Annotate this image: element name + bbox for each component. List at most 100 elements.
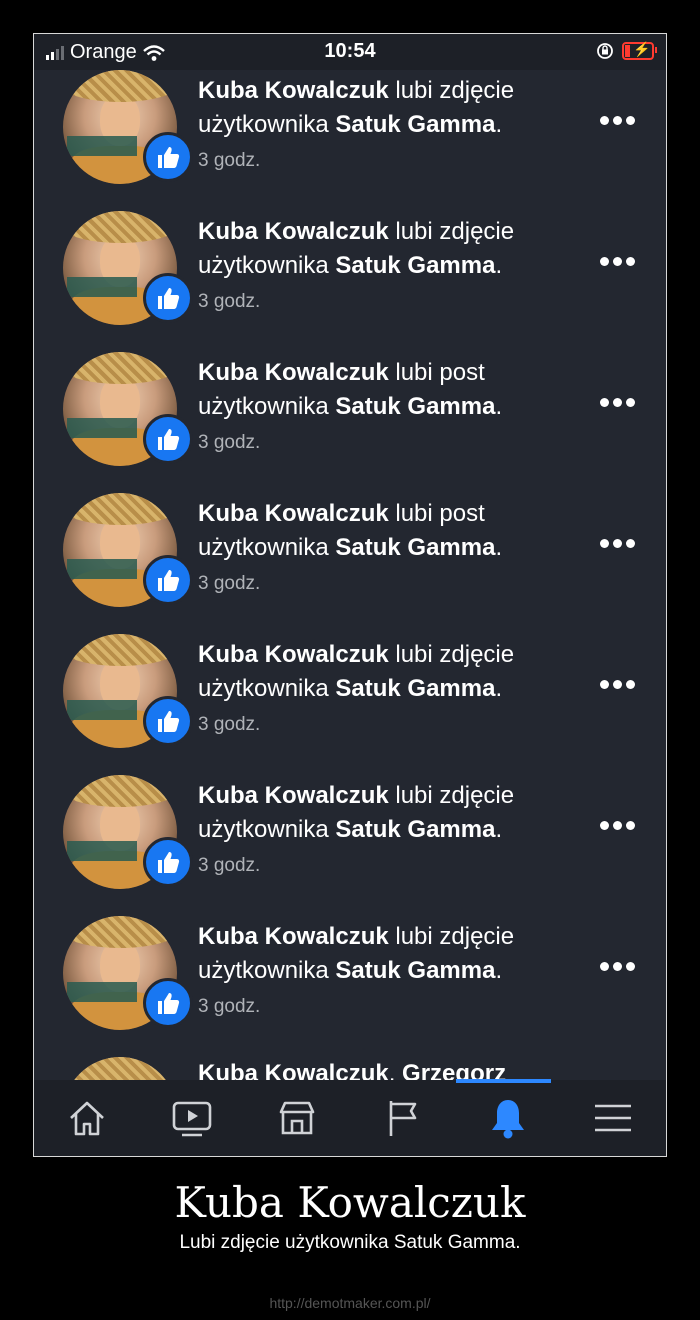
watch-video-icon (172, 1101, 212, 1137)
phone-screenshot: Orange 10:54 ⚡ Kuba Kowalczuk lubi zdjęc… (33, 33, 667, 1157)
nav-home[interactable] (52, 1088, 122, 1148)
action-verb: lubi zdjęcie (388, 641, 515, 668)
more-dot-icon (626, 962, 635, 971)
target-prefix: użytkownika (198, 393, 336, 420)
like-badge-icon (143, 555, 193, 605)
actor-name: Kuba Kowalczuk (198, 77, 389, 104)
status-bar: Orange 10:54 ⚡ (34, 34, 666, 70)
status-right-group: ⚡ (596, 41, 657, 60)
status-time: 10:54 (324, 40, 376, 62)
more-dot-icon (626, 398, 635, 407)
more-dot-icon (600, 257, 609, 266)
target-prefix: użytkownika (198, 957, 336, 984)
sentence-end: . (495, 534, 503, 561)
target-prefix: użytkownika (198, 675, 336, 702)
more-options-button[interactable] (600, 257, 640, 267)
like-badge-icon (143, 132, 193, 182)
like-badge-icon (143, 273, 193, 323)
notification-item[interactable]: Kuba Kowalczuk lubi zdjęcie użytkownika S… (34, 916, 666, 1057)
meme-caption-subtitle: Lubi zdjęcie użytkownika Satuk Gamma. (179, 1232, 521, 1253)
more-dot-icon (613, 539, 622, 548)
nav-notifications[interactable] (455, 1079, 551, 1148)
target-name: Satuk Gamma (335, 957, 496, 984)
notifications-bell-icon (491, 1100, 524, 1139)
timestamp: 3 godz. (198, 291, 261, 312)
more-options-button[interactable] (600, 680, 640, 690)
nav-pages[interactable] (368, 1088, 438, 1148)
target-name: Satuk Gamma (335, 675, 496, 702)
timestamp: 3 godz. (198, 714, 261, 735)
nav-watch[interactable] (157, 1088, 227, 1148)
target-name: Satuk Gamma (335, 111, 496, 138)
more-dot-icon (600, 821, 609, 830)
more-dot-icon (600, 962, 609, 971)
actor-name: Kuba Kowalczuk (198, 1060, 389, 1080)
more-dot-icon (613, 962, 622, 971)
actor-name: Kuba Kowalczuk (198, 641, 389, 668)
nav-marketplace[interactable] (262, 1088, 332, 1148)
more-dot-icon (626, 257, 635, 266)
action-verb: lubi zdjęcie (388, 923, 515, 950)
rotation-lock-icon (597, 43, 613, 59)
pages-flag-icon (389, 1101, 416, 1136)
actor-name: Kuba Kowalczuk (198, 359, 389, 386)
more-dot-icon (613, 398, 622, 407)
actor-name: Kuba Kowalczuk (198, 500, 389, 527)
more-dot-icon (613, 680, 622, 689)
notification-item[interactable]: Kuba Kowalczuk lubi zdjęcie użytkownika S… (34, 70, 666, 211)
target-name: Satuk Gamma (335, 393, 496, 420)
more-dot-icon (613, 821, 622, 830)
sentence-end: . (495, 816, 503, 843)
actor-name: Kuba Kowalczuk (198, 218, 389, 245)
second-actor-name: Grzegorz (402, 1060, 507, 1080)
action-verb: lubi post (388, 500, 485, 527)
more-dot-icon (600, 539, 609, 548)
action-verb: lubi zdjęcie (388, 218, 515, 245)
target-prefix: użytkownika (198, 816, 336, 843)
more-dot-icon (600, 116, 609, 125)
target-name: Satuk Gamma (335, 252, 496, 279)
like-badge-icon (143, 414, 193, 464)
notifications-feed[interactable]: Kuba Kowalczuk lubi zdjęcie użytkownika S… (34, 70, 666, 1080)
actor-separator: , (388, 1060, 403, 1080)
more-options-button[interactable] (600, 116, 640, 126)
more-options-button[interactable] (600, 962, 640, 972)
more-dot-icon (626, 821, 635, 830)
sentence-end: . (495, 957, 503, 984)
actor-name: Kuba Kowalczuk (198, 782, 389, 809)
like-badge-icon (143, 978, 193, 1028)
target-prefix: użytkownika (198, 111, 336, 138)
notification-item[interactable]: Kuba Kowalczuk lubi zdjęcie użytkownika S… (34, 775, 666, 916)
timestamp: 3 godz. (198, 855, 261, 876)
target-prefix: użytkownika (198, 252, 336, 279)
avatar[interactable] (63, 1057, 177, 1080)
bottom-navigation (34, 1079, 666, 1156)
partial-notification[interactable]: Kuba Kowalczuk, Grzegorz (34, 1057, 666, 1080)
marketplace-icon (280, 1101, 315, 1135)
more-dot-icon (613, 116, 622, 125)
more-dot-icon (626, 680, 635, 689)
target-name: Satuk Gamma (335, 816, 496, 843)
nav-menu[interactable] (578, 1088, 648, 1148)
more-options-button[interactable] (600, 539, 640, 549)
like-badge-icon (143, 696, 193, 746)
sentence-end: . (495, 393, 503, 420)
timestamp: 3 godz. (198, 432, 261, 453)
notification-item[interactable]: Kuba Kowalczuk lubi post użytkownika Satu… (34, 352, 666, 493)
notification-item[interactable]: Kuba Kowalczuk lubi post użytkownika Satu… (34, 493, 666, 634)
more-dot-icon (600, 398, 609, 407)
home-icon (69, 1101, 104, 1136)
watermark-url: http://demotmaker.com.pl/ (269, 1295, 431, 1311)
more-dot-icon (626, 116, 635, 125)
menu-icon (595, 1104, 632, 1132)
notification-item[interactable]: Kuba Kowalczuk lubi zdjęcie użytkownika S… (34, 211, 666, 352)
sentence-end: . (495, 252, 503, 279)
actor-name: Kuba Kowalczuk (198, 923, 389, 950)
action-verb: lubi zdjęcie (388, 77, 515, 104)
more-dot-icon (600, 680, 609, 689)
more-options-button[interactable] (600, 821, 640, 831)
target-prefix: użytkownika (198, 534, 336, 561)
notification-item[interactable]: Kuba Kowalczuk lubi zdjęcie użytkownika S… (34, 634, 666, 775)
more-options-button[interactable] (600, 398, 640, 408)
timestamp: 3 godz. (198, 996, 261, 1017)
